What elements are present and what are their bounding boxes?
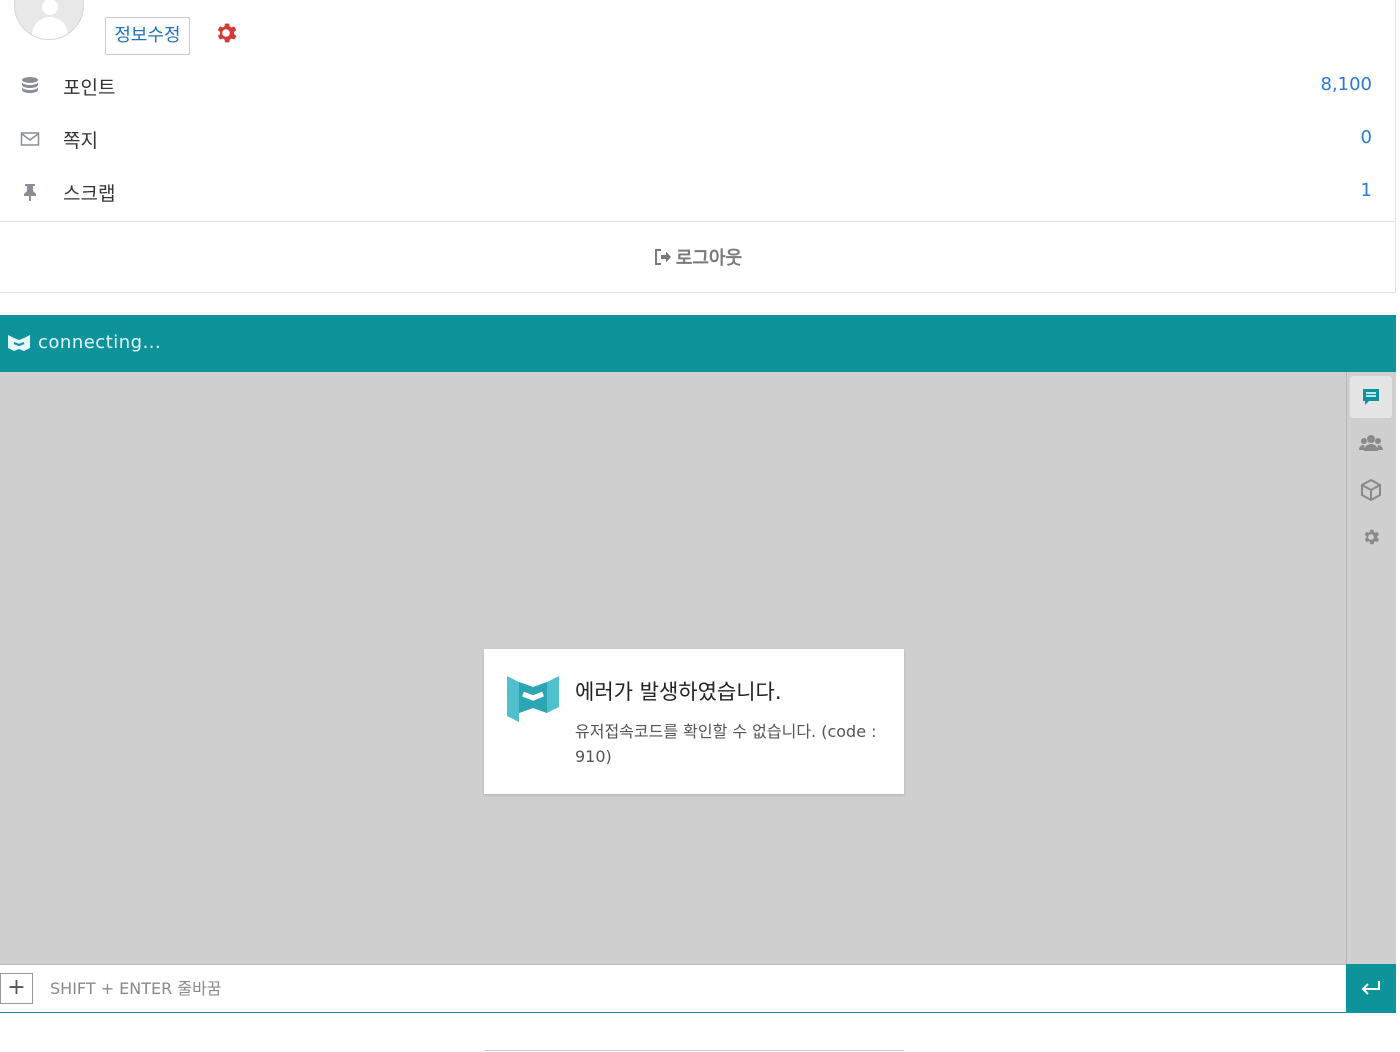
chat-logo-icon — [8, 335, 30, 351]
logout-label: 로그아웃 — [675, 248, 743, 269]
database-icon — [22, 77, 38, 93]
connection-status: connecting... — [38, 332, 162, 353]
sign-out-icon — [654, 249, 671, 265]
profile-card: 정보수정 포인트 8,100 쪽지 0 스크랩 1 로그아웃 — [0, 0, 1396, 293]
add-attachment-button[interactable]: + — [0, 973, 33, 1004]
stat-row-points[interactable]: 포인트 8,100 — [0, 60, 1396, 113]
error-dialog: 에러가 발생하였습니다. 유저접속코드를 확인할 수 없습니다. (code :… — [484, 649, 904, 794]
stat-label: 쪽지 — [63, 130, 98, 152]
logout-button[interactable]: 로그아웃 — [0, 222, 1396, 292]
tab-items[interactable] — [1350, 469, 1392, 511]
stat-label: 포인트 — [63, 77, 116, 99]
chat-widget: connecting... 에러가 발생하였습니다. 유저접속코드를 확인할 수… — [0, 315, 1396, 1013]
error-title: 에러가 발생하였습니다. — [575, 680, 782, 704]
pin-icon — [24, 184, 36, 201]
settings-gear-icon[interactable] — [213, 20, 239, 46]
avatar[interactable] — [14, 0, 84, 40]
stat-row-messages[interactable]: 쪽지 0 — [0, 113, 1396, 166]
enter-icon — [1361, 981, 1380, 995]
users-icon — [1359, 435, 1383, 451]
gear-icon — [1364, 529, 1380, 545]
envelope-icon — [20, 132, 40, 146]
box-icon — [1361, 478, 1381, 502]
stat-value: 8,100 — [1320, 74, 1372, 95]
send-button[interactable] — [1346, 964, 1396, 1012]
error-message: 유저접속코드를 확인할 수 없습니다. (code : 910) — [575, 722, 877, 766]
brand-logo-icon — [507, 676, 559, 722]
stat-value: 1 — [1360, 180, 1372, 201]
stat-label: 스크랩 — [63, 183, 116, 205]
stat-value: 0 — [1360, 127, 1372, 148]
chat-message-area: 에러가 발생하였습니다. 유저접속코드를 확인할 수 없습니다. (code :… — [0, 372, 1346, 964]
chat-icon — [1363, 389, 1379, 405]
message-input[interactable] — [40, 971, 1330, 1005]
chat-input-bar: + — [0, 964, 1346, 1012]
tab-chat[interactable] — [1350, 376, 1392, 418]
stat-row-scrap[interactable]: 스크랩 1 — [0, 166, 1396, 219]
chat-sidebar — [1346, 372, 1396, 964]
tab-settings[interactable] — [1350, 516, 1392, 558]
edit-profile-button[interactable]: 정보수정 — [105, 17, 190, 55]
chat-header: connecting... — [0, 315, 1396, 372]
divider — [484, 1050, 904, 1051]
tab-users[interactable] — [1350, 422, 1392, 464]
